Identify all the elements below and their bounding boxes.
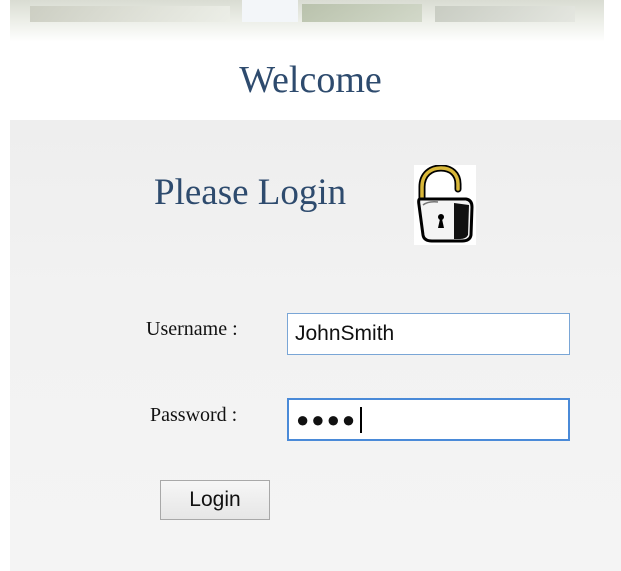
username-label: Username : (146, 318, 238, 340)
password-masked-value: ●●●● (296, 406, 358, 432)
unlocked-padlock-icon (414, 164, 476, 245)
username-field[interactable]: JohnSmith (287, 313, 570, 355)
password-field[interactable]: ●●●● (287, 398, 570, 441)
password-label: Password : (150, 404, 238, 426)
header-banner-image (10, 0, 604, 42)
login-button[interactable]: Login (160, 480, 270, 520)
login-title: Please Login (154, 172, 347, 213)
text-caret (360, 406, 363, 433)
welcome-heading: Welcome (239, 59, 382, 101)
